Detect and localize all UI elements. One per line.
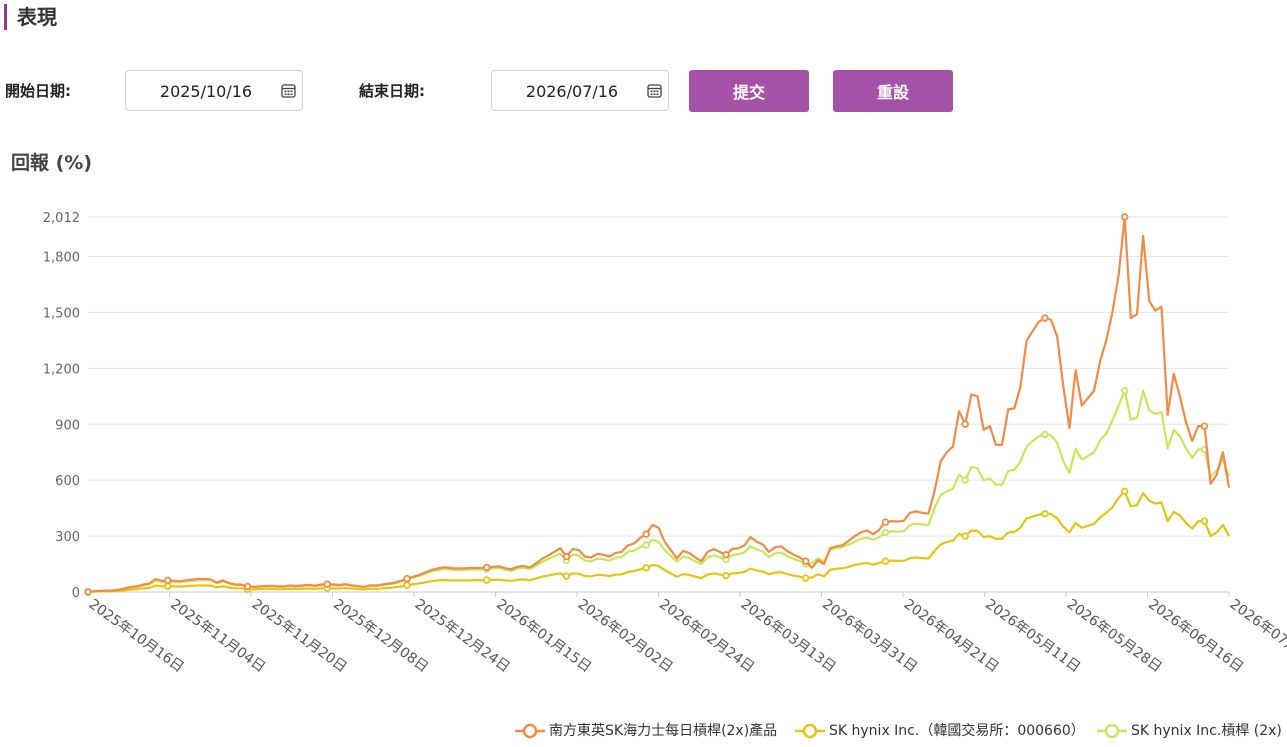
data-point — [961, 476, 969, 484]
legend-marker-icon — [1097, 723, 1127, 739]
data-point — [881, 528, 890, 537]
data-point — [243, 582, 252, 591]
data-point — [1121, 487, 1129, 496]
y-tick-label: 1,500 — [43, 306, 80, 321]
y-tick-label: 1,200 — [43, 362, 80, 377]
legend-label: SK hynix Inc.槓桿 (2x) — [1131, 723, 1282, 739]
data-point — [164, 576, 172, 585]
data-point — [881, 518, 890, 526]
data-point — [1200, 517, 1209, 525]
data-point — [722, 571, 730, 580]
data-point — [483, 576, 491, 584]
legend-marker-icon — [795, 723, 825, 739]
y-tick-label: 300 — [55, 530, 80, 545]
y-tick-label: 900 — [55, 418, 80, 433]
y-tick-label: 600 — [55, 474, 80, 489]
data-point — [562, 552, 571, 561]
legend-label: SK hynix Inc.（韓國交易所：000660） — [829, 723, 1085, 739]
legend-marker-icon — [515, 723, 545, 739]
data-point — [802, 574, 810, 582]
data-point — [1121, 387, 1129, 395]
y-tick-label: 1,800 — [43, 251, 80, 266]
data-point — [642, 530, 650, 538]
y-tick-label: 0 — [72, 586, 80, 601]
data-point — [403, 581, 411, 589]
data-point — [84, 588, 92, 596]
data-point — [483, 563, 491, 572]
data-point — [1200, 422, 1209, 430]
data-point — [802, 557, 810, 565]
legend-label: 南方東英SK海力士每日槓桿(2x)產品 — [549, 723, 778, 739]
y-tick-label: 2,012 — [43, 211, 80, 226]
data-point — [961, 420, 969, 428]
data-point — [881, 557, 890, 565]
data-point — [1041, 314, 1049, 322]
returns-chart: 03006009001,2001,5001,8002,0122025年10月16… — [43, 211, 1287, 676]
series-line — [87, 389, 1231, 594]
data-point — [1121, 213, 1129, 221]
data-point — [562, 572, 571, 580]
data-point — [642, 541, 650, 549]
data-point — [1041, 510, 1049, 518]
data-point — [323, 580, 331, 588]
data-point — [961, 532, 969, 540]
data-point — [164, 582, 172, 590]
data-point — [722, 551, 730, 559]
data-point — [642, 564, 650, 572]
data-point — [1041, 430, 1049, 439]
data-point — [403, 574, 411, 583]
